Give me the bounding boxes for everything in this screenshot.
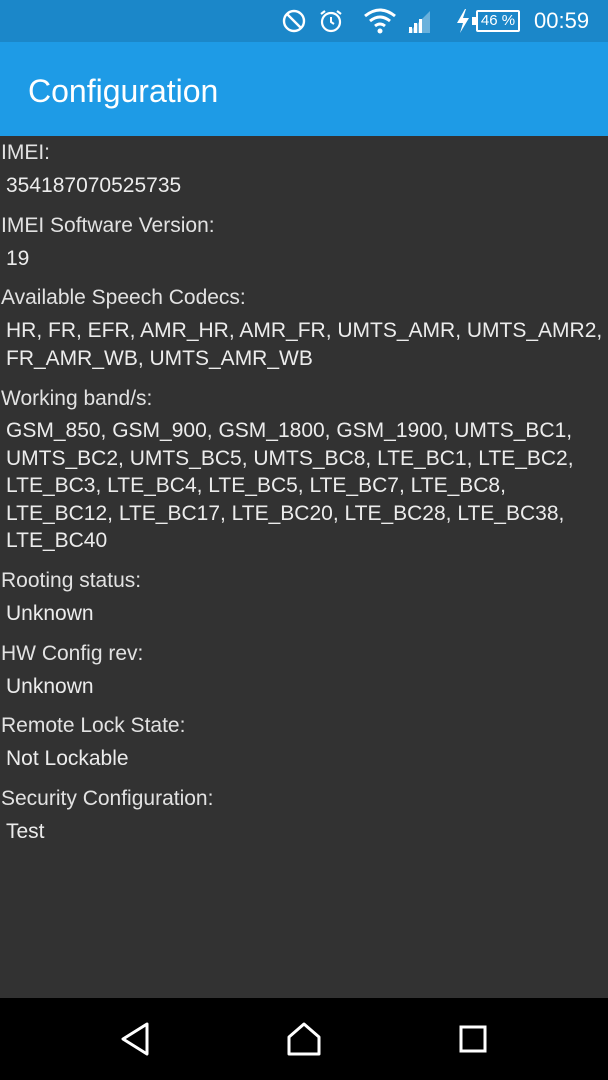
status-bar: 46 % 00:59 (0, 0, 608, 42)
page-title: Configuration (28, 73, 219, 109)
field-label-hw-config-rev: HW Config rev: (1, 642, 144, 665)
charging-bolt-icon (455, 8, 471, 34)
field-label-imei: IMEI: (1, 141, 51, 164)
field-label-remote-lock: Remote Lock State: (1, 714, 186, 737)
navigation-bar (0, 998, 608, 1080)
alarm-icon (317, 8, 345, 34)
do-not-disturb-icon (281, 8, 307, 34)
field-label-working-bands: Working band/s: (1, 387, 153, 410)
status-clock: 00:59 (534, 8, 590, 33)
field-value-working-bands: GSM_850, GSM_900, GSM_1800, GSM_1900, UM… (6, 419, 574, 552)
recents-icon (459, 1025, 487, 1053)
wifi-icon (362, 8, 398, 34)
field-value-hw-config-rev: Unknown (6, 675, 94, 698)
home-icon (287, 1022, 321, 1056)
field-value-imei: 354187070525735 (6, 174, 182, 197)
home-button[interactable] (274, 1014, 334, 1064)
field-label-imei-sv: IMEI Software Version: (1, 214, 215, 237)
battery-indicator: 46 % (472, 10, 520, 32)
back-icon (121, 1022, 149, 1056)
field-label-rooting-status: Rooting status: (1, 569, 142, 592)
field-value-speech-codecs: HR, FR, EFR, AMR_HR, AMR_FR, UMTS_AMR, U… (6, 319, 603, 370)
field-label-security-config: Security Configuration: (1, 787, 214, 810)
cell-signal-icon (405, 8, 433, 34)
field-value-security-config: Test (6, 820, 45, 843)
configuration-list[interactable]: IMEI: 354187070525735 IMEI Software Vers… (0, 136, 608, 998)
recents-button[interactable] (443, 1014, 503, 1064)
field-label-speech-codecs: Available Speech Codecs: (1, 286, 246, 309)
field-value-rooting-status: Unknown (6, 602, 94, 625)
field-value-remote-lock: Not Lockable (6, 747, 129, 770)
field-value-imei-sv: 19 (6, 247, 30, 270)
back-button[interactable] (105, 1014, 165, 1064)
